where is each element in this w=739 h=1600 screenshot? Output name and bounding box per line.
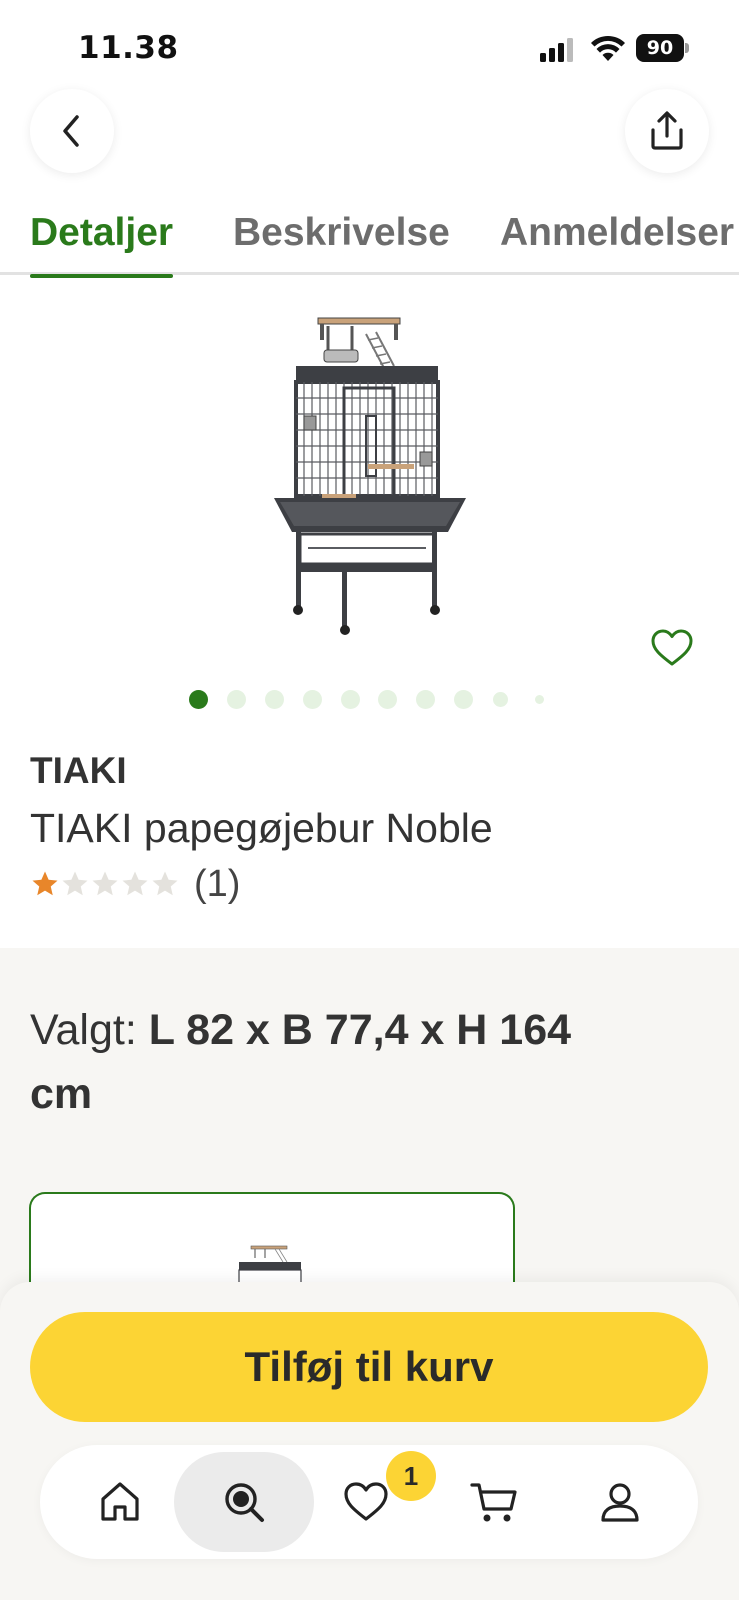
- carousel-dot[interactable]: [265, 690, 284, 709]
- battery-icon: 90: [636, 34, 690, 62]
- search-icon: [225, 1483, 264, 1522]
- tab-reviews-label: Anmeldelser: [500, 211, 735, 254]
- back-button[interactable]: [30, 89, 114, 173]
- star-empty-icon: [92, 871, 118, 896]
- product-image[interactable]: [260, 312, 480, 646]
- battery-level: 90: [636, 34, 684, 62]
- carousel-dot[interactable]: [454, 690, 473, 709]
- carousel-dot[interactable]: [189, 690, 208, 709]
- carousel-dot[interactable]: [303, 690, 322, 709]
- favorite-heart-icon[interactable]: [650, 628, 694, 668]
- carousel-dot[interactable]: [416, 690, 435, 709]
- image-carousel-dots: [0, 690, 739, 710]
- tab-reviews[interactable]: Anmeldelser: [500, 205, 734, 275]
- home-icon: [101, 1482, 139, 1521]
- star-empty-icon: [152, 871, 178, 896]
- status-bar: 11.38 90: [0, 0, 739, 90]
- chevron-left-icon: [63, 115, 79, 147]
- tab-bar-home[interactable]: [50, 1452, 190, 1552]
- variant-thumbnail: [238, 1245, 302, 1284]
- product-brand[interactable]: TIAKI: [30, 750, 127, 792]
- review-count: (1): [194, 862, 241, 905]
- wifi-icon: [591, 35, 625, 61]
- star-filled-icon: [32, 871, 58, 896]
- variant-label: Valgt:: [30, 1006, 137, 1054]
- status-time: 11.38: [78, 30, 179, 66]
- tab-details[interactable]: Detaljer: [30, 205, 174, 278]
- star-empty-icon: [122, 871, 148, 896]
- selected-variant: Valgt: L 82 x B 77,4 x H 164 cm: [30, 998, 590, 1126]
- tab-bar-profile[interactable]: [550, 1452, 690, 1552]
- star-empty-icon: [62, 871, 88, 896]
- heart-icon: [344, 1482, 388, 1521]
- share-button[interactable]: [625, 89, 709, 173]
- carousel-dot[interactable]: [493, 692, 508, 707]
- bottom-tab-bar: 1: [40, 1445, 698, 1559]
- carousel-dot[interactable]: [378, 690, 397, 709]
- product-tabs: Detaljer Beskrivelse Anmeldelser: [0, 205, 739, 278]
- tab-description-label: Beskrivelse: [233, 211, 450, 254]
- carousel-dot[interactable]: [227, 690, 246, 709]
- share-icon: [651, 111, 683, 150]
- bottom-sheet: Tilføj til kurv 1: [0, 1282, 739, 1600]
- tab-bar-search[interactable]: [174, 1452, 314, 1552]
- product-rating[interactable]: (1): [30, 862, 240, 906]
- add-to-cart-button[interactable]: Tilføj til kurv: [30, 1312, 708, 1422]
- product-title: TIAKI papegøjebur Noble: [30, 805, 493, 851]
- cellular-signal-icon: [540, 36, 578, 62]
- carousel-dot[interactable]: [341, 690, 360, 709]
- tab-description[interactable]: Beskrivelse: [233, 205, 450, 275]
- cart-icon: [470, 1483, 517, 1522]
- carousel-dot[interactable]: [535, 695, 544, 704]
- tab-bar-cart[interactable]: [424, 1452, 564, 1552]
- tab-details-label: Detaljer: [30, 211, 174, 254]
- profile-icon: [601, 1483, 639, 1522]
- active-tab-indicator: [30, 274, 174, 278]
